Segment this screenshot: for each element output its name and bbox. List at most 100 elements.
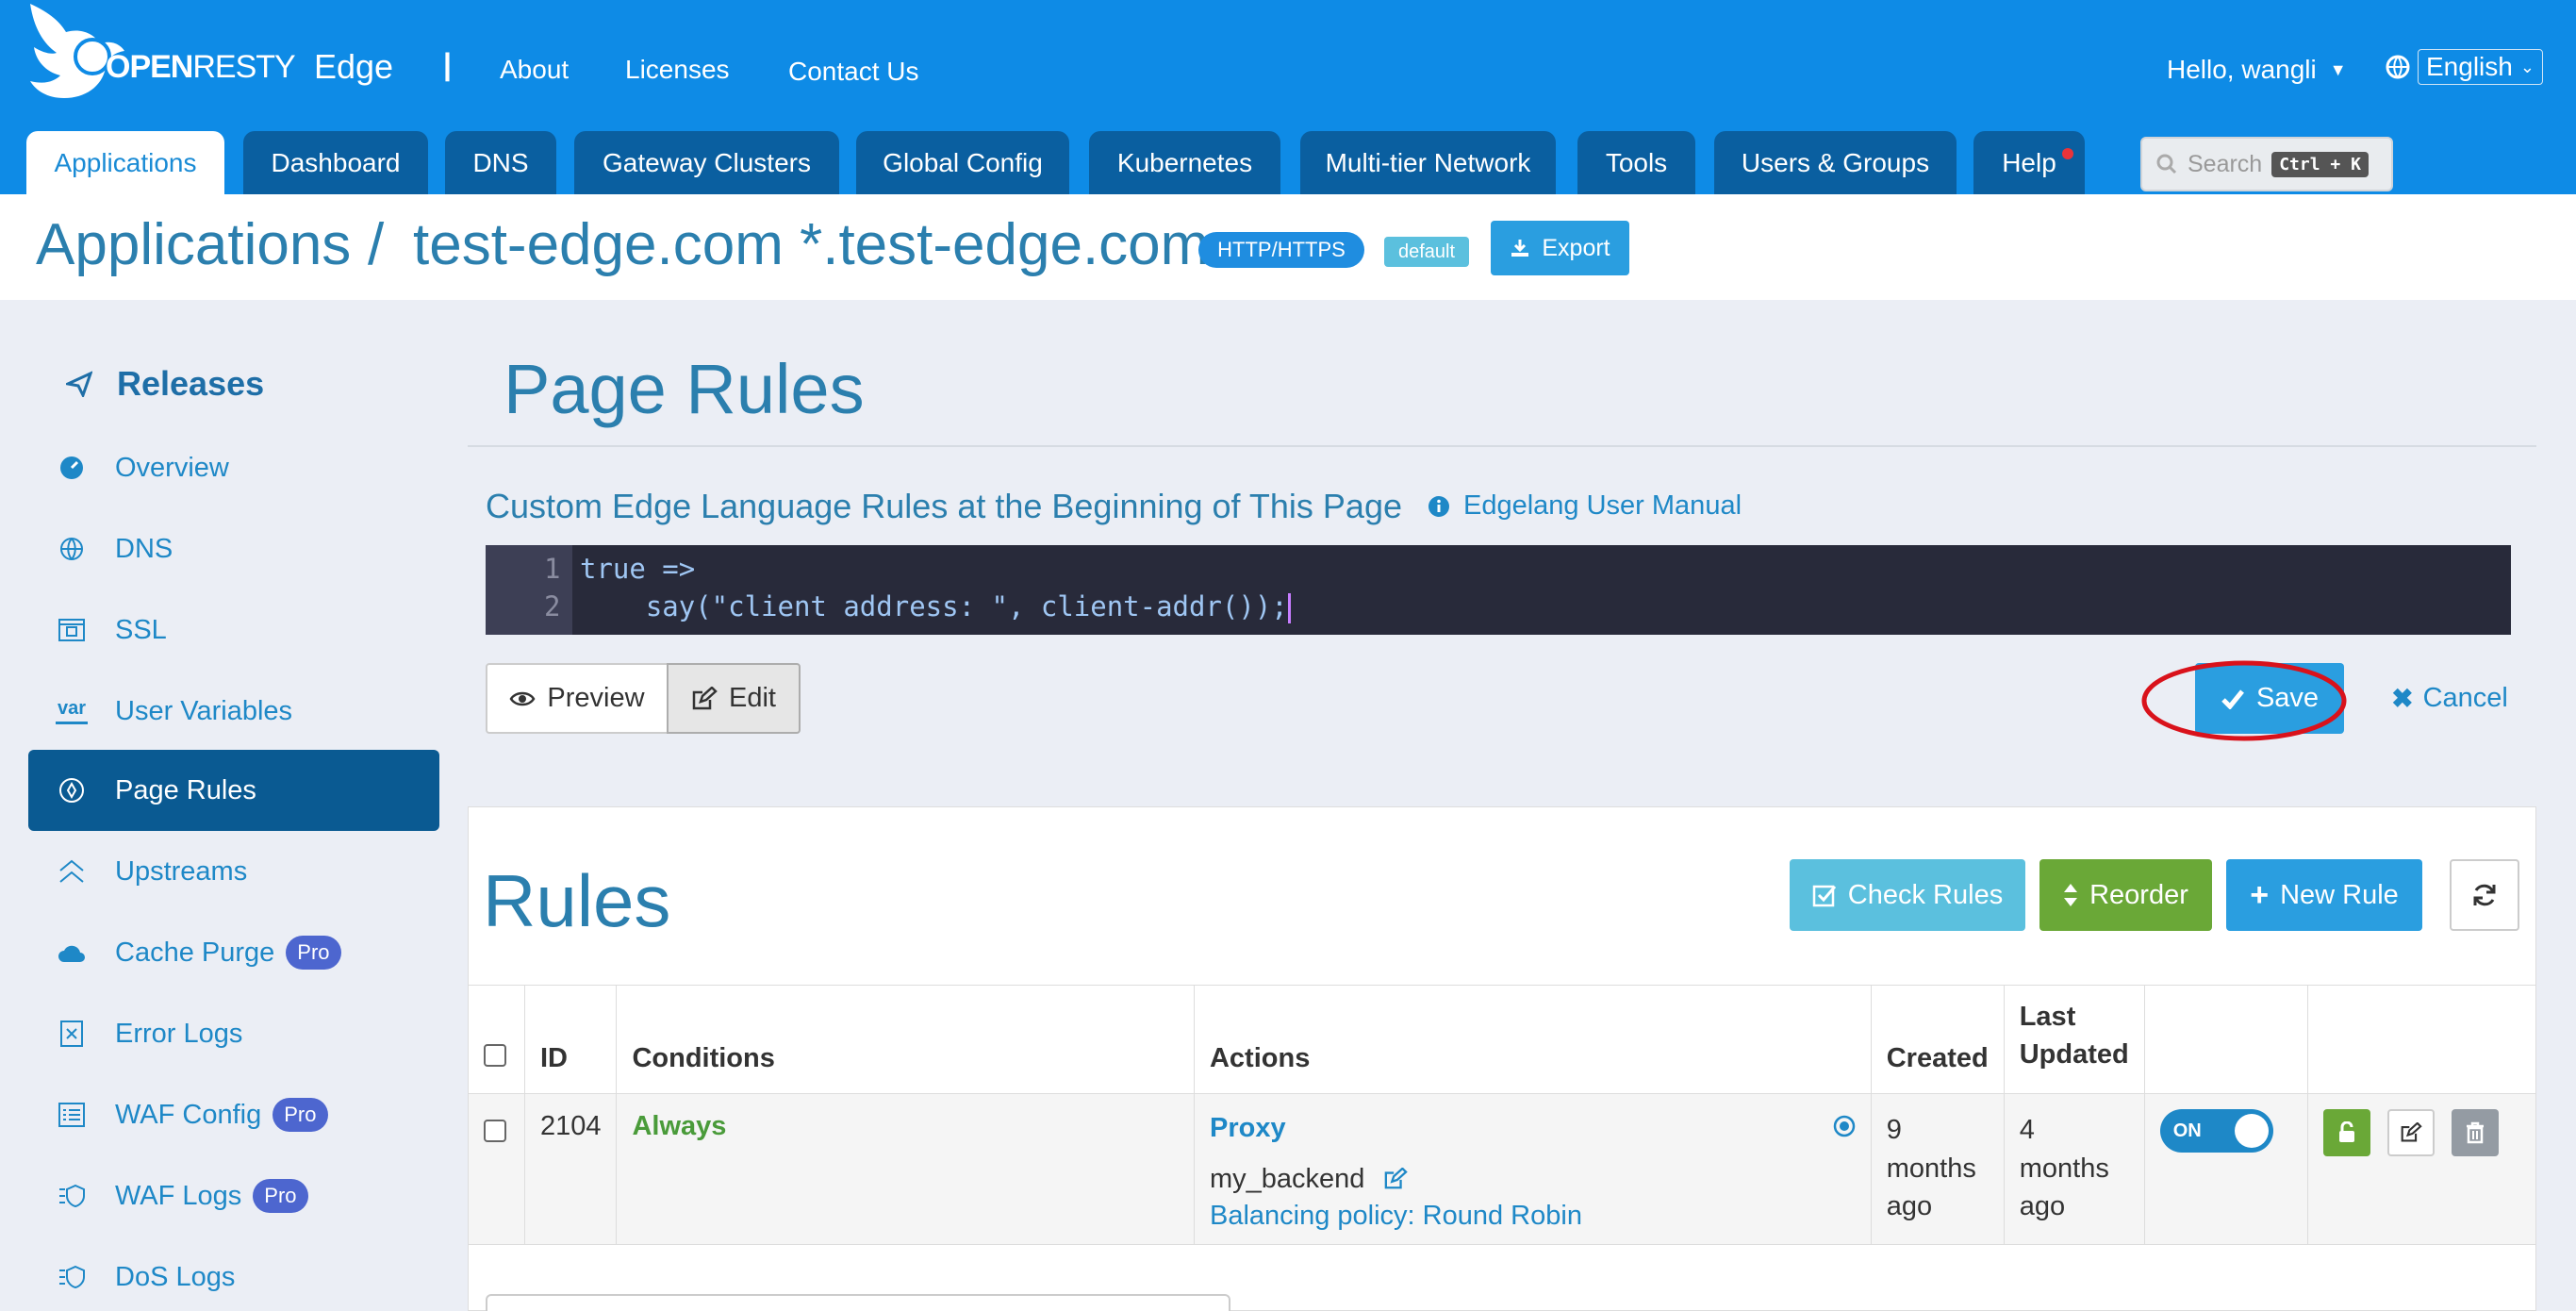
language-selector[interactable]: English ⌄ xyxy=(2386,49,2543,85)
sidebar-item-waf-logs[interactable]: WAF Logs Pro xyxy=(28,1155,439,1236)
search-input[interactable]: Search Ctrl + K xyxy=(2140,137,2393,191)
tab-applications[interactable]: Applications xyxy=(26,131,224,194)
new-rule-button[interactable]: + New Rule xyxy=(2226,859,2422,931)
check-rules-button[interactable]: Check Rules xyxy=(1790,859,2025,931)
rules-table: ID Conditions Actions Created Last Update… xyxy=(468,985,2536,1245)
export-button[interactable]: Export xyxy=(1491,221,1629,275)
edit-button[interactable]: Edit xyxy=(667,663,801,734)
sidebar-item-dos-logs[interactable]: DoS Logs xyxy=(28,1236,439,1311)
var-icon: var xyxy=(28,699,115,724)
sidebar-item-label: DoS Logs xyxy=(115,1261,236,1292)
search-icon xyxy=(2156,154,2177,174)
col-last-updated: Last Updated xyxy=(2003,985,2145,1094)
row-checkbox[interactable] xyxy=(484,1120,506,1142)
tab-global-config[interactable]: Global Config xyxy=(856,131,1069,194)
delete-rule-button[interactable] xyxy=(2452,1109,2500,1156)
sidebar-item-overview[interactable]: Overview xyxy=(28,427,439,508)
sidebar-item-upstreams[interactable]: Upstreams xyxy=(28,831,439,912)
action-proxy-title: Proxy xyxy=(1209,1113,1286,1143)
shield-log-icon xyxy=(59,1265,85,1289)
unlock-icon xyxy=(2339,1121,2355,1142)
pagination-box[interactable] xyxy=(486,1294,1230,1311)
tab-users-groups[interactable]: Users & Groups xyxy=(1714,131,1957,194)
refresh-icon xyxy=(2473,884,2496,906)
certificate-icon xyxy=(58,619,85,641)
breadcrumb-applications-link[interactable]: Applications xyxy=(36,211,351,278)
plus-icon: + xyxy=(2250,876,2270,913)
sidebar-item-dns[interactable]: DNS xyxy=(28,508,439,589)
pro-badge: Pro xyxy=(253,1179,308,1213)
backend-name: my_backend xyxy=(1209,1164,1365,1195)
notification-dot-icon xyxy=(2062,148,2073,159)
col-id: ID xyxy=(523,985,618,1094)
partition-badge: default xyxy=(1384,237,1469,267)
refresh-button[interactable] xyxy=(2450,859,2519,931)
cancel-link[interactable]: ✖ Cancel xyxy=(2367,663,2533,734)
edit-icon[interactable] xyxy=(1383,1168,1409,1190)
reorder-button[interactable]: Reorder xyxy=(2039,859,2212,931)
tab-gateway-clusters[interactable]: Gateway Clusters xyxy=(574,131,839,194)
sidebar-item-error-logs[interactable]: Error Logs xyxy=(28,993,439,1074)
tab-multi-tier-network[interactable]: Multi-tier Network xyxy=(1300,131,1556,194)
dashboard-icon xyxy=(60,456,83,479)
document-error-icon xyxy=(60,1021,83,1047)
info-icon xyxy=(1428,495,1449,517)
sidebar-item-cache-purge[interactable]: Cache Purge Pro xyxy=(28,912,439,993)
protocol-badge: HTTP/HTTPS xyxy=(1198,232,1364,268)
search-shortcut: Ctrl + K xyxy=(2271,151,2369,177)
export-label: Export xyxy=(1542,234,1610,261)
tab-kubernetes[interactable]: Kubernetes xyxy=(1089,131,1280,194)
pro-badge: Pro xyxy=(272,1098,328,1132)
tab-help[interactable]: Help xyxy=(1973,131,2085,194)
text-cursor xyxy=(1287,593,1291,623)
rule-status-cell: ON xyxy=(2143,1093,2309,1245)
toggle-label: ON xyxy=(2172,1120,2202,1141)
unlock-button[interactable] xyxy=(2323,1109,2371,1156)
eye-icon xyxy=(509,691,536,705)
sidebar-item-waf-config[interactable]: WAF Config Pro xyxy=(28,1074,439,1155)
download-icon xyxy=(1511,240,1529,257)
nav-licenses-link[interactable]: Licenses xyxy=(625,55,730,85)
list-icon xyxy=(58,1103,85,1127)
chevron-down-icon: ⌄ xyxy=(2519,57,2535,76)
highlight-circle xyxy=(2141,660,2347,741)
select-all-checkbox[interactable] xyxy=(484,1044,506,1067)
sidebar-item-label: Cache Purge xyxy=(115,937,275,968)
tab-dashboard[interactable]: Dashboard xyxy=(243,131,428,194)
sidebar-item-ssl[interactable]: SSL xyxy=(28,589,439,671)
chevrons-up-icon xyxy=(59,859,84,883)
sidebar-item-label: Page Rules xyxy=(115,774,256,805)
edit-rule-button[interactable] xyxy=(2387,1109,2436,1156)
sidebar-item-page-rules[interactable]: Page Rules xyxy=(28,750,439,831)
select-all-header xyxy=(468,985,525,1094)
preview-button[interactable]: Preview xyxy=(486,663,669,734)
rules-title: Rules xyxy=(483,859,671,942)
sidebar-item-label: WAF Config xyxy=(115,1099,262,1130)
sidebar-item-label: SSL xyxy=(115,614,167,645)
tab-tools[interactable]: Tools xyxy=(1577,131,1695,194)
toggle-knob xyxy=(2234,1114,2269,1148)
sidebar-item-user-variables[interactable]: var User Variables xyxy=(28,671,439,752)
sidebar-item-label: DNS xyxy=(115,533,173,564)
enable-toggle[interactable]: ON xyxy=(2159,1109,2273,1153)
sidebar-item-label: WAF Logs xyxy=(115,1180,242,1211)
globe-icon xyxy=(2386,55,2410,79)
tab-help-label: Help xyxy=(2002,147,2056,177)
language-value: English xyxy=(2426,52,2513,81)
col-operations xyxy=(2307,985,2536,1094)
nav-contact-link[interactable]: Contact Us xyxy=(788,57,919,87)
rule-updated: 4 months ago xyxy=(2003,1093,2145,1245)
balancing-policy: Balancing policy: Round Robin xyxy=(1209,1200,1582,1231)
rule-actions-cell: Proxy my_backend Balancing policy: Round… xyxy=(1193,1093,1872,1245)
edgelang-manual-link[interactable]: Edgelang User Manual xyxy=(1428,490,1742,522)
top-navbar: OPENRESTY Edge | About Licenses Contact … xyxy=(0,0,2576,194)
tab-dns[interactable]: DNS xyxy=(445,131,556,194)
logo[interactable]: OPENRESTY xyxy=(23,0,305,106)
code-editor[interactable]: 1 2 true => say("client address: ", clie… xyxy=(486,545,2511,635)
code-line: say("client address: ", client-addr()); xyxy=(580,590,1291,623)
pro-badge: Pro xyxy=(286,936,341,970)
custom-rules-heading: Custom Edge Language Rules at the Beginn… xyxy=(486,487,1402,525)
user-menu[interactable]: Hello, wangli ▼ xyxy=(2167,55,2347,85)
nav-about-link[interactable]: About xyxy=(500,55,569,85)
search-placeholder: Search xyxy=(2188,150,2263,177)
